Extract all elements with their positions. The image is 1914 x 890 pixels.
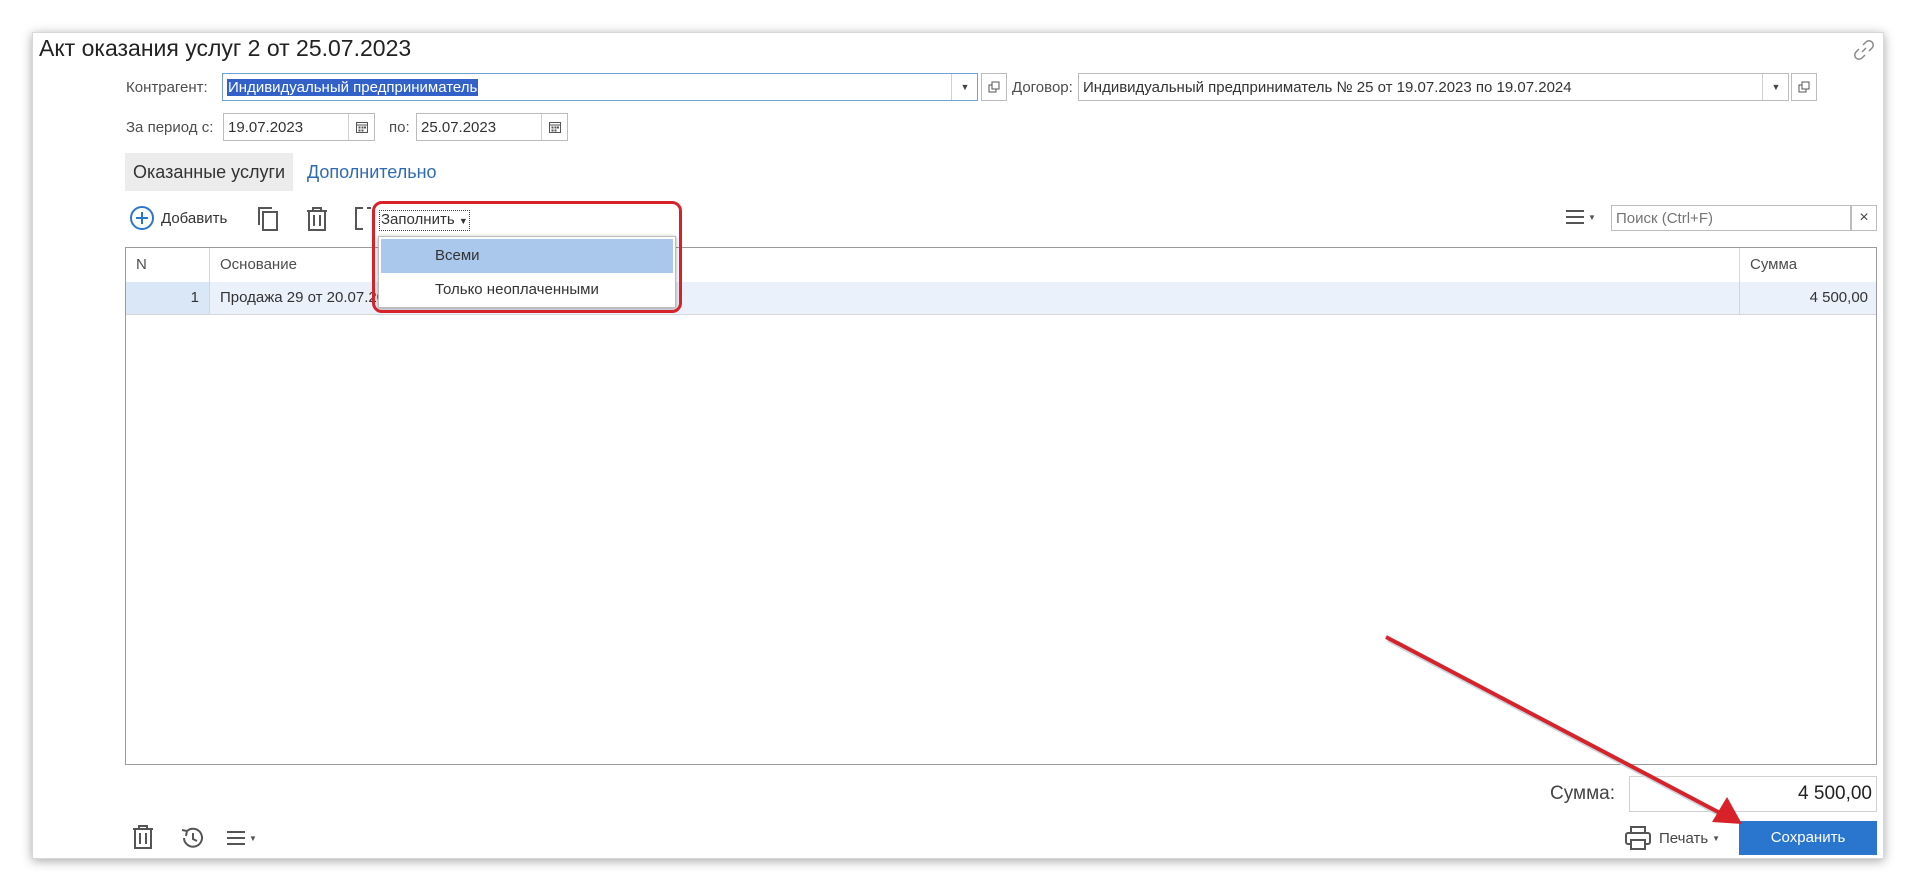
annotation-arrow [1385, 635, 1742, 824]
